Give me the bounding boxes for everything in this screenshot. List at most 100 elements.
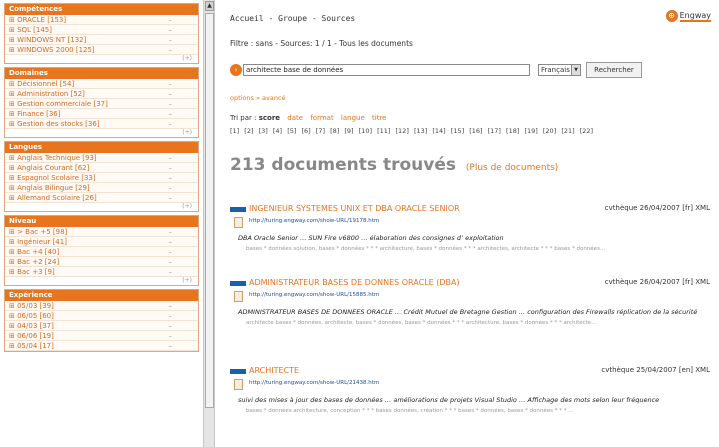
facet-more-link[interactable]: (+) bbox=[5, 203, 198, 211]
result-url-link[interactable]: http://turing.engway.com/show-URL/15885.… bbox=[249, 292, 379, 298]
facet-item-label[interactable]: Bac +3 [9] bbox=[17, 268, 55, 276]
facet-item-label[interactable]: Bac +4 [40] bbox=[17, 248, 59, 256]
page-link[interactable]: [4] bbox=[273, 127, 282, 135]
page-link[interactable]: [21] bbox=[561, 127, 574, 135]
engway-logo[interactable]: ⊕ Engway bbox=[665, 9, 711, 23]
facet-item-label[interactable]: 04/03 [37] bbox=[17, 322, 54, 330]
remove-facet-icon[interactable]: – bbox=[169, 183, 173, 193]
facet-item[interactable]: ⊞ Bac +3 [9] – bbox=[5, 267, 198, 277]
facet-item[interactable]: ⊞ WINDOWS 2000 [125] – bbox=[5, 45, 198, 55]
facet-item[interactable]: ⊞ Espagnol Scolaire [33] – bbox=[5, 173, 198, 183]
result-url-link[interactable]: http://turing.engway.com/show-URL/21438.… bbox=[249, 380, 379, 386]
facet-item-label[interactable]: Anglais Technique [93] bbox=[17, 154, 97, 162]
page-link[interactable]: [12] bbox=[396, 127, 409, 135]
remove-facet-icon[interactable]: – bbox=[169, 153, 173, 163]
sort-option[interactable]: titre bbox=[372, 114, 386, 122]
facet-item-label[interactable]: 06/06 [19] bbox=[17, 332, 54, 340]
facet-item-label[interactable]: Anglais Courant [62] bbox=[17, 164, 89, 172]
facet-item-label[interactable]: WINDOWS NT [132] bbox=[17, 36, 86, 44]
remove-facet-icon[interactable]: – bbox=[169, 45, 173, 55]
remove-facet-icon[interactable]: – bbox=[169, 227, 173, 237]
document-icon[interactable] bbox=[234, 217, 243, 228]
result-title-link[interactable]: INGENIEUR SYSTEMES UNIX ET DBA ORACLE SE… bbox=[249, 204, 460, 213]
remove-facet-icon[interactable]: – bbox=[169, 321, 173, 331]
search-go-icon[interactable]: › bbox=[230, 64, 242, 76]
facet-item-label[interactable]: 05/04 [17] bbox=[17, 342, 54, 350]
chevron-down-icon[interactable]: ▼ bbox=[571, 65, 580, 75]
page-link[interactable]: [18] bbox=[506, 127, 519, 135]
page-link[interactable]: [2] bbox=[244, 127, 253, 135]
document-icon[interactable] bbox=[234, 379, 243, 390]
page-link[interactable]: [10] bbox=[359, 127, 372, 135]
facet-item-label[interactable]: > Bac +5 [98] bbox=[17, 228, 67, 236]
more-documents-link[interactable]: (Plus de documents) bbox=[466, 163, 558, 173]
remove-facet-icon[interactable]: – bbox=[169, 109, 173, 119]
page-link[interactable]: [13] bbox=[414, 127, 427, 135]
facet-item-label[interactable]: 05/03 [39] bbox=[17, 302, 54, 310]
facet-item-label[interactable]: Décisionnel [54] bbox=[17, 80, 74, 88]
facet-item[interactable]: ⊞ Bac +2 [24] – bbox=[5, 257, 198, 267]
facet-item[interactable]: ⊞ > Bac +5 [98] – bbox=[5, 227, 198, 237]
page-link[interactable]: [7] bbox=[316, 127, 325, 135]
document-icon[interactable] bbox=[234, 291, 243, 302]
remove-facet-icon[interactable]: – bbox=[169, 267, 173, 277]
remove-facet-icon[interactable]: – bbox=[169, 331, 173, 341]
facet-item[interactable]: ⊞ Ingénieur [41] – bbox=[5, 237, 198, 247]
facet-more-link[interactable]: (+) bbox=[5, 277, 198, 285]
facet-item-label[interactable]: ORACLE [153] bbox=[17, 16, 66, 24]
facet-item[interactable]: ⊞ SQL [145] – bbox=[5, 25, 198, 35]
search-button[interactable]: Rechercher bbox=[586, 62, 642, 78]
page-link[interactable]: [8] bbox=[330, 127, 339, 135]
facet-item-label[interactable]: SQL [145] bbox=[17, 26, 52, 34]
page-link[interactable]: [20] bbox=[543, 127, 556, 135]
result-title-link[interactable]: ADMINISTRATEUR BASES DE DONNES ORACLE (D… bbox=[249, 278, 460, 287]
facet-item[interactable]: ⊞ WINDOWS NT [132] – bbox=[5, 35, 198, 45]
facet-item[interactable]: ⊞ Gestion des stocks [36] – bbox=[5, 119, 198, 129]
page-link[interactable]: [22] bbox=[580, 127, 593, 135]
facet-item[interactable]: ⊞ Anglais Courant [62] – bbox=[5, 163, 198, 173]
facet-item[interactable]: ⊞ Décisionnel [54] – bbox=[5, 79, 198, 89]
remove-facet-icon[interactable]: – bbox=[169, 79, 173, 89]
facet-item-label[interactable]: Gestion commerciale [37] bbox=[17, 100, 108, 108]
page-link[interactable]: [3] bbox=[259, 127, 268, 135]
sidebar-scrollbar[interactable]: ▲ bbox=[203, 0, 215, 447]
remove-facet-icon[interactable]: – bbox=[169, 173, 173, 183]
page-link[interactable]: [19] bbox=[524, 127, 537, 135]
facet-item[interactable]: ⊞ Gestion commerciale [37] – bbox=[5, 99, 198, 109]
remove-facet-icon[interactable]: – bbox=[169, 341, 173, 351]
remove-facet-icon[interactable]: – bbox=[169, 15, 173, 25]
facet-item-label[interactable]: Administration [52] bbox=[17, 90, 85, 98]
facet-item-label[interactable]: Anglais Bilingue [29] bbox=[17, 184, 90, 192]
facet-item-label[interactable]: Ingénieur [41] bbox=[17, 238, 67, 246]
facet-more-link[interactable]: (+) bbox=[5, 129, 198, 137]
facet-item[interactable]: ⊞ 04/03 [37] – bbox=[5, 321, 198, 331]
advanced-options-link[interactable]: options » avancé bbox=[230, 94, 286, 102]
facet-item-label[interactable]: Bac +2 [24] bbox=[17, 258, 59, 266]
language-select[interactable]: Français ▼ bbox=[538, 64, 581, 76]
page-link[interactable]: [5] bbox=[287, 127, 296, 135]
facet-item-label[interactable]: Espagnol Scolaire [33] bbox=[17, 174, 96, 182]
result-url-link[interactable]: http://turing.engway.com/show-URL/19178.… bbox=[249, 218, 379, 224]
facet-item-label[interactable]: WINDOWS 2000 [125] bbox=[17, 46, 95, 54]
facet-item-label[interactable]: Gestion des stocks [36] bbox=[17, 120, 99, 128]
scrollbar-thumb[interactable] bbox=[205, 13, 214, 408]
facet-item[interactable]: ⊞ 05/04 [17] – bbox=[5, 341, 198, 351]
scroll-up-icon[interactable]: ▲ bbox=[205, 1, 214, 11]
page-link[interactable]: [16] bbox=[469, 127, 482, 135]
breadcrumb[interactable]: Accueil - Groupe - Sources bbox=[230, 14, 355, 23]
remove-facet-icon[interactable]: – bbox=[169, 119, 173, 129]
page-link[interactable]: [6] bbox=[301, 127, 310, 135]
facet-item[interactable]: ⊞ 06/06 [19] – bbox=[5, 331, 198, 341]
sort-option[interactable]: langue bbox=[341, 114, 365, 122]
facet-item[interactable]: ⊞ ORACLE [153] – bbox=[5, 15, 198, 25]
facet-item-label[interactable]: Allemand Scolaire [26] bbox=[17, 194, 97, 202]
remove-facet-icon[interactable]: – bbox=[169, 237, 173, 247]
page-link[interactable]: [11] bbox=[377, 127, 390, 135]
facet-item-label[interactable]: Finance [36] bbox=[17, 110, 60, 118]
remove-facet-icon[interactable]: – bbox=[169, 311, 173, 321]
remove-facet-icon[interactable]: – bbox=[169, 35, 173, 45]
page-link[interactable]: [15] bbox=[451, 127, 464, 135]
remove-facet-icon[interactable]: – bbox=[169, 25, 173, 35]
facet-item-label[interactable]: 06/05 [60] bbox=[17, 312, 54, 320]
remove-facet-icon[interactable]: – bbox=[169, 163, 173, 173]
